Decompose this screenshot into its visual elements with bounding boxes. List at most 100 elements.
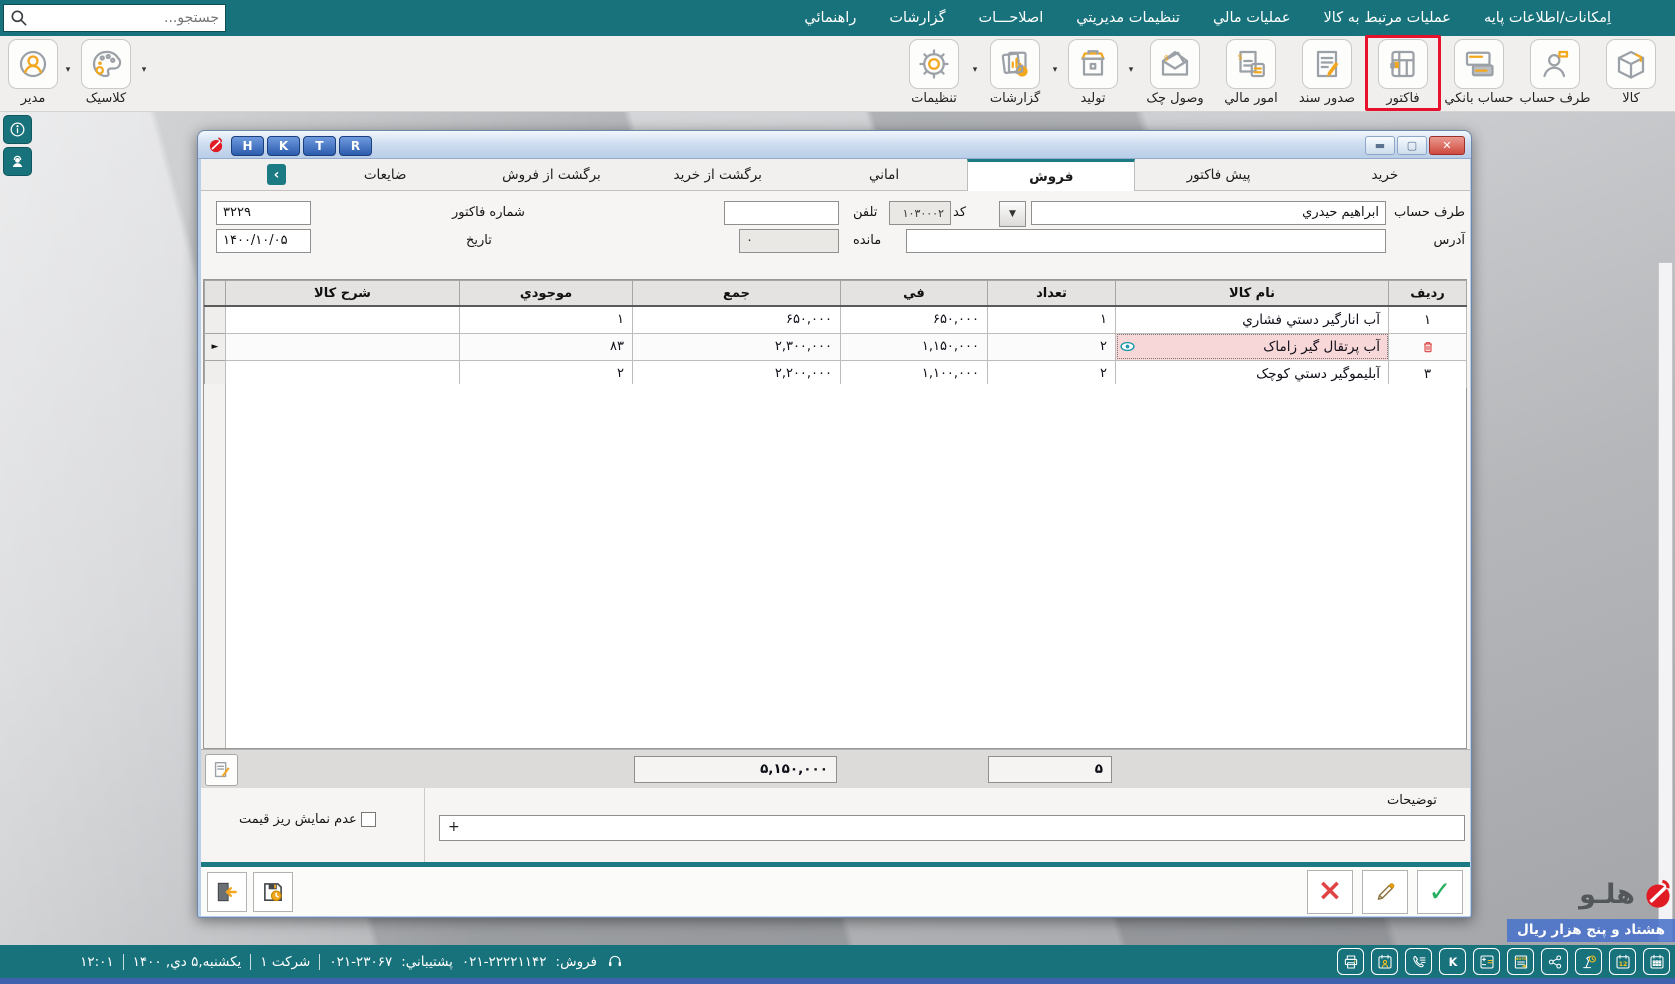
menu-item-basic-info[interactable]: اِمکانات/اطلاعات پایه (1484, 10, 1611, 26)
menu-item-corrections[interactable]: اصلاحـــات (979, 10, 1044, 26)
cell-product-name[interactable]: آبلیموگیر دستي کوچک (1116, 360, 1389, 387)
cheque-dropdown-arrow-icon[interactable]: ▾ (1125, 65, 1137, 75)
manager-dropdown-arrow-icon[interactable]: ▾ (62, 65, 74, 75)
menu-item-reports[interactable]: گزارشات (889, 10, 945, 26)
calculator-icon[interactable] (1473, 948, 1500, 975)
toolbar-item-classic-theme[interactable]: کلاسیک (74, 39, 138, 106)
exit-button[interactable] (207, 872, 247, 912)
calendar-grid-icon[interactable] (1643, 948, 1670, 975)
phone-field[interactable] (724, 201, 839, 225)
toolbar-item-production[interactable]: تولید (1061, 39, 1125, 106)
toolbar-item-manager[interactable]: مدیر (4, 39, 62, 106)
pencil-icon (1372, 879, 1398, 905)
calendar-12-icon[interactable]: 12 (1609, 948, 1636, 975)
trash-icon[interactable] (1420, 339, 1436, 355)
header-unit-price[interactable]: في (841, 281, 988, 307)
totals-detail-button[interactable] (205, 754, 238, 786)
header-quantity[interactable]: تعداد (988, 281, 1116, 307)
table-header-row: ردیف نام کالا تعداد في جمع موجودي شرح کا… (205, 281, 1467, 307)
window-titlebar[interactable]: H K T R ▬ ▢ ✕ (198, 131, 1471, 159)
maximize-button[interactable]: ▢ (1397, 136, 1427, 155)
cell-unit-price[interactable]: ۱,۱۰۰,۰۰۰ (841, 360, 988, 387)
search-box[interactable] (3, 4, 226, 32)
search-input[interactable] (29, 10, 225, 26)
menu-item-admin-settings[interactable]: تنظیمات مدیریتي (1076, 10, 1180, 26)
info-side-button[interactable] (3, 115, 32, 144)
titlebar-r-button[interactable]: R (339, 136, 372, 156)
tab-sale[interactable]: فروش (967, 159, 1135, 191)
cell-item-description[interactable] (226, 333, 460, 360)
table-row-selected[interactable]: آب پرتقال گیر زاماک ۲ ۱,۱۵۰,۰۰۰ ۲,۳۰۰,۰۰… (205, 333, 1467, 360)
toolbar-item-product[interactable]: کالا (1593, 39, 1669, 106)
tab-sale-return[interactable]: برگشت از فروش (468, 159, 634, 191)
cell-quantity[interactable]: ۱ (988, 306, 1116, 333)
header-stock[interactable]: موجودي (460, 281, 633, 307)
tab-consignment[interactable]: اماني (801, 159, 967, 191)
hide-price-checkbox[interactable] (361, 812, 376, 827)
toolbar-item-account[interactable]: طرف حساب (1517, 39, 1593, 106)
cell-quantity[interactable]: ۲ (988, 360, 1116, 387)
header-product-name[interactable]: نام کالا (1116, 281, 1389, 307)
tab-purchase-return[interactable]: برگشت از خرید (635, 159, 801, 191)
account-combo[interactable]: ابراهیم حیدري (1031, 201, 1386, 225)
account-dropdown-button[interactable]: ▼ (999, 201, 1026, 227)
tab-waste[interactable]: ضایعات (302, 159, 468, 191)
tab-scroll-back-button[interactable]: ‹ (267, 164, 286, 185)
titlebar-k-button[interactable]: K (267, 136, 300, 156)
toolbar-item-issue-document[interactable]: صدور سند (1289, 39, 1365, 106)
toolbar-item-invoice[interactable]: $ فاکتور (1370, 39, 1436, 106)
tab-proforma[interactable]: پیش فاکتور (1135, 159, 1301, 191)
lamp-clock-icon[interactable] (1575, 948, 1602, 975)
cell-unit-price[interactable]: ۱,۱۵۰,۰۰۰ (841, 333, 988, 360)
production-dropdown-arrow-icon[interactable]: ▾ (1049, 65, 1061, 75)
classic-dropdown-arrow-icon[interactable]: ▾ (138, 65, 150, 75)
cell-product-name-selected[interactable]: آب پرتقال گیر زاماک (1116, 333, 1389, 360)
table-empty-area[interactable] (204, 384, 1466, 748)
hide-price-checkbox-label: عدم نمایش ریز قیمت (239, 812, 357, 827)
cell-product-name[interactable]: آب انارگیر دستي فشاري (1116, 306, 1389, 333)
close-button[interactable]: ✕ (1429, 136, 1465, 155)
eye-icon[interactable] (1119, 338, 1136, 359)
toolbar-item-cheque-collection[interactable]: $ وصول چک (1137, 39, 1213, 106)
toolbar-item-finance[interactable]: $ امور مالي (1213, 39, 1289, 106)
titlebar-h-button[interactable]: H (231, 136, 264, 156)
header-total[interactable]: جمع (633, 281, 841, 307)
header-item-description[interactable]: شرح کالا (226, 281, 460, 307)
fax-printer-icon[interactable] (1337, 948, 1364, 975)
calendar-person-icon[interactable] (1371, 948, 1398, 975)
notes-input[interactable]: + (439, 815, 1465, 841)
edit-button[interactable] (1362, 870, 1408, 914)
menu-item-help[interactable]: راهنمائي (804, 10, 856, 26)
holoo-logo-icon (207, 136, 225, 154)
toolbar-item-bank-account[interactable]: حساب بانکي (1441, 39, 1517, 106)
minimize-button[interactable]: ▬ (1365, 136, 1395, 155)
support-side-button[interactable] (3, 147, 32, 176)
table-row[interactable]: ۳ آبلیموگیر دستي کوچک ۲ ۱,۱۰۰,۰۰۰ ۲,۲۰۰,… (205, 360, 1467, 387)
address-field[interactable] (906, 229, 1386, 253)
reports-dropdown-arrow-icon[interactable]: ▾ (969, 65, 981, 75)
cell-item-description[interactable] (226, 306, 460, 333)
share-icon[interactable] (1541, 948, 1568, 975)
note-icon[interactable]: NOTE (1507, 948, 1534, 975)
save-button[interactable] (253, 872, 293, 912)
date-field[interactable]: ۱۴۰۰/۱۰/۰۵ (216, 229, 311, 253)
cell-item-description[interactable] (226, 360, 460, 387)
menu-item-financial-ops[interactable]: عملیات مالي (1213, 10, 1291, 26)
docked-side-panel[interactable] (1658, 262, 1673, 942)
tab-purchase[interactable]: خرید (1302, 159, 1468, 191)
titlebar-t-button[interactable]: T (303, 136, 336, 156)
cell-delete[interactable] (1389, 333, 1467, 360)
confirm-button[interactable]: ✓ (1417, 870, 1463, 914)
toolbar-item-reports[interactable]: گزارشات (981, 39, 1049, 106)
table-row[interactable]: ۱ آب انارگیر دستي فشاري ۱ ۶۵۰,۰۰۰ ۶۵۰,۰۰… (205, 306, 1467, 333)
cell-unit-price[interactable]: ۶۵۰,۰۰۰ (841, 306, 988, 333)
header-row-number[interactable]: ردیف (1389, 281, 1467, 307)
k-module-icon[interactable]: K (1439, 948, 1466, 975)
company-name[interactable]: شرکت ۱ (260, 954, 310, 970)
invoice-number-field[interactable]: ۳۲۲۹ (216, 201, 311, 225)
menu-item-product-ops[interactable]: عملیات مرتبط به کالا (1324, 10, 1451, 26)
toolbar-item-settings[interactable]: تنظیمات (899, 39, 969, 106)
phone-list-icon[interactable] (1405, 948, 1432, 975)
cancel-button[interactable]: × (1307, 870, 1353, 914)
cell-quantity[interactable]: ۲ (988, 333, 1116, 360)
